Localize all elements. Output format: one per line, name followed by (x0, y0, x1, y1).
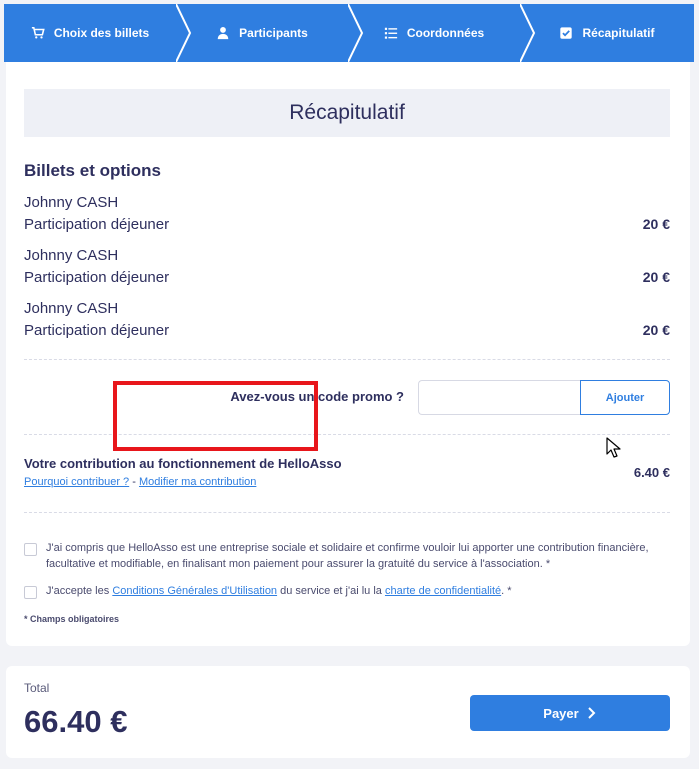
step-recapitulatif[interactable]: Récapitulatif (520, 4, 694, 62)
pay-button[interactable]: Payer (470, 695, 670, 731)
highlight-box (113, 381, 318, 451)
divider (24, 512, 670, 513)
user-icon (217, 27, 229, 40)
section-title: Billets et options (24, 161, 161, 180)
step-label: Participants (239, 26, 308, 40)
consent-row: J'ai compris que HelloAsso est une entre… (24, 540, 664, 574)
privacy-policy-link[interactable]: charte de confidentialité (385, 585, 501, 597)
total-card: Total 66.40 € Payer (6, 666, 690, 758)
step-label: Coordonnées (406, 26, 485, 40)
checkbox-icon (560, 27, 573, 39)
consent-row: J'accepte les Conditions Générales d'Uti… (24, 583, 664, 601)
ticket-participant-name: Johnny CASH (24, 194, 119, 211)
ticket-row: Johnny CASH Participation déjeuner 20 € (24, 300, 670, 344)
step-separator (520, 4, 536, 62)
consent-terms-checkbox[interactable] (24, 586, 37, 599)
contribution-links: Pourquoi contribuer ? - Modifier ma cont… (24, 476, 256, 488)
ticket-row: Johnny CASH Participation déjeuner 20 € (24, 194, 670, 238)
consent-terms-text: J'accepte les Conditions Générales d'Uti… (46, 583, 668, 599)
ticket-price: 20 € (642, 269, 670, 285)
cart-icon (31, 26, 45, 39)
contribution-amount: 6.40 € (633, 465, 670, 480)
total-amount: 66.40 € (24, 704, 128, 739)
contribution-title: Votre contribution au fonctionnement de … (24, 456, 342, 471)
ticket-row: Johnny CASH Participation déjeuner 20 € (24, 247, 670, 291)
total-label: Total (24, 681, 50, 695)
checkout-stepper: Choix des billets Participants Coordonné… (4, 4, 694, 62)
ticket-participant-name: Johnny CASH (24, 300, 119, 317)
page-title: Récapitulatif (24, 89, 670, 137)
consent-contribution-text: J'ai compris que HelloAsso est une entre… (46, 542, 649, 570)
promo-code-input[interactable] (418, 380, 581, 415)
consent-middle: du service et j'ai lu la (280, 585, 382, 597)
step-label: Choix des billets (53, 26, 150, 40)
ticket-option: Participation déjeuner (24, 269, 170, 286)
required-fields-note: * Champs obligatoires (24, 614, 120, 624)
terms-link[interactable]: Conditions Générales d'Utilisation (112, 585, 277, 597)
step-coordonnees[interactable]: Coordonnées (348, 4, 520, 62)
step-separator (348, 4, 364, 62)
ticket-participant-name: Johnny CASH (24, 247, 119, 264)
ticket-price: 20 € (642, 216, 670, 232)
modify-contribution-link[interactable]: Modifier ma contribution (139, 476, 256, 488)
divider (24, 359, 670, 360)
step-choix-des-billets[interactable]: Choix des billets (4, 4, 176, 62)
summary-card: Récapitulatif Billets et options Johnny … (6, 62, 690, 646)
consent-suffix: . * (501, 585, 512, 597)
link-separator: - (132, 476, 136, 488)
ticket-option: Participation déjeuner (24, 322, 170, 339)
step-participants[interactable]: Participants (176, 4, 348, 62)
list-icon (384, 27, 397, 39)
why-contribute-link[interactable]: Pourquoi contribuer ? (24, 476, 129, 488)
add-promo-button[interactable]: Ajouter (580, 380, 670, 415)
step-label: Récapitulatif (582, 26, 655, 40)
ticket-price: 20 € (642, 322, 670, 338)
mouse-cursor-icon (606, 437, 621, 458)
consent-prefix: J'accepte les (46, 585, 110, 597)
pay-button-label: Payer (543, 705, 579, 721)
chevron-right-icon (587, 707, 596, 719)
step-separator (176, 4, 192, 62)
ticket-option: Participation déjeuner (24, 216, 170, 233)
consent-contribution-checkbox[interactable] (24, 543, 37, 556)
